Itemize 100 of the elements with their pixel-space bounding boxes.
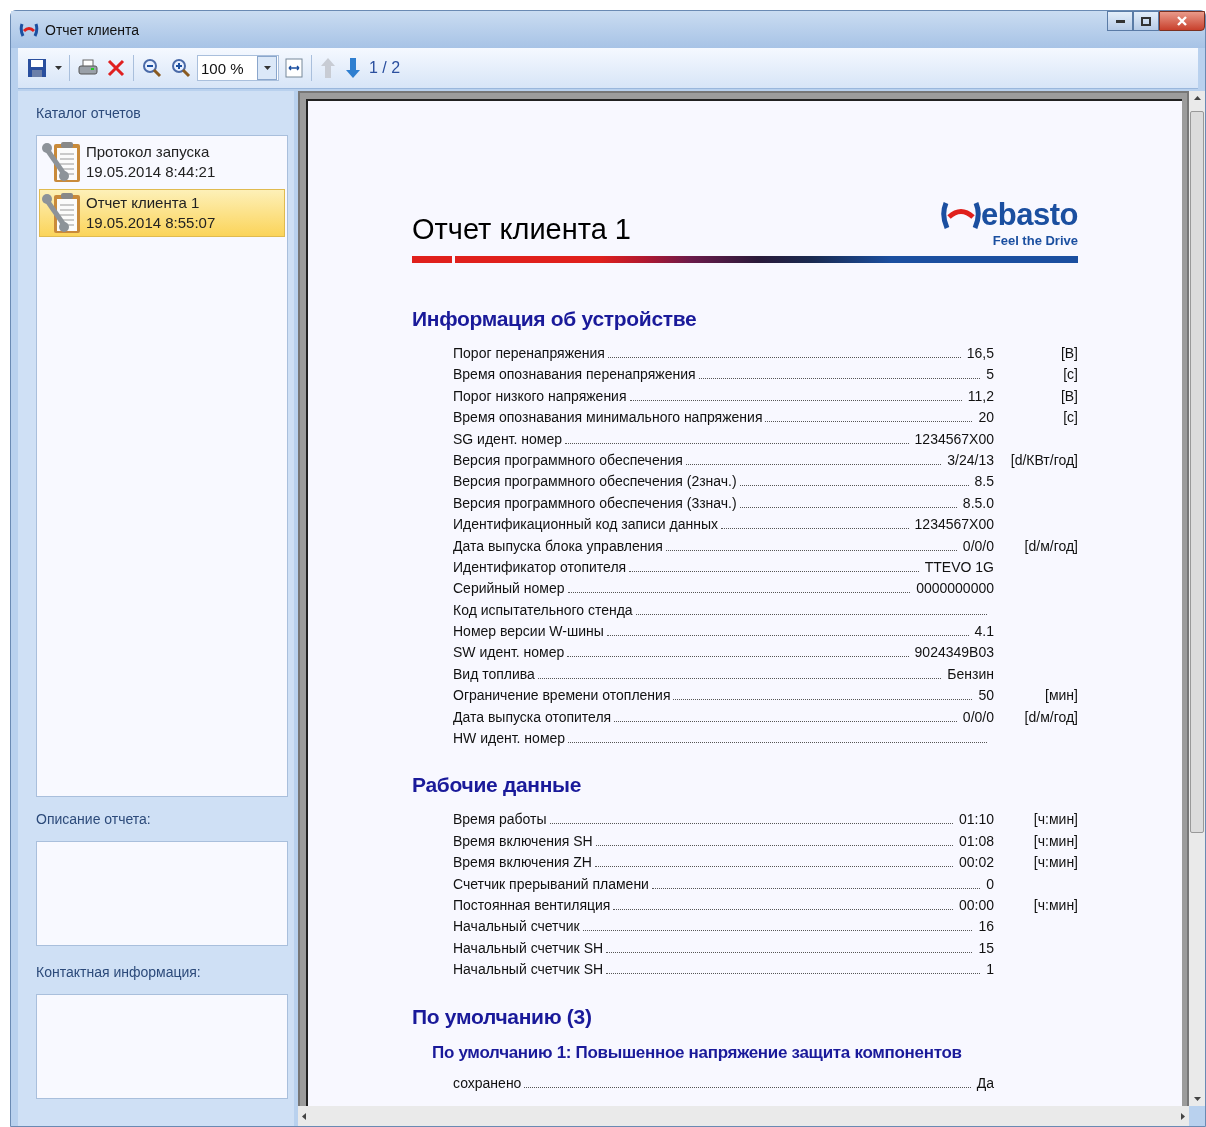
field-label: Дата выпуска отопителя: [453, 708, 612, 725]
field-label: Постоянная вентиляция: [453, 897, 611, 913]
field-label: Счетчик прерываний пламени: [453, 875, 649, 892]
field-label: Версия программного обеспечения (3знач.): [453, 494, 737, 511]
horizontal-scrollbar[interactable]: [298, 1106, 1189, 1126]
scroll-right-icon[interactable]: [1181, 1112, 1185, 1120]
unit-label: [с]: [1062, 409, 1078, 426]
field-value: 1234567X00: [914, 516, 994, 533]
unit-label: [мин]: [1044, 687, 1078, 704]
up-arrow-icon: [320, 57, 336, 79]
logo-mark-icon: [941, 200, 982, 230]
field-value: 00:02: [958, 854, 994, 871]
unit-label: [d/м/год]: [1023, 537, 1078, 554]
field-value: TTEVO 1G: [924, 558, 994, 575]
field-value: 50: [978, 687, 994, 704]
field-value: 9024349B03: [914, 644, 994, 661]
unit-label: [ч:мин]: [1032, 811, 1078, 828]
field-label: Версия программного обеспечения (2знач.): [453, 473, 737, 490]
field-value: 01:08: [958, 832, 994, 849]
field-value: 5: [986, 366, 994, 383]
field-value: 15: [978, 939, 994, 956]
panel-heading: Каталог отчетов: [36, 104, 142, 123]
clipboard-wrench-icon: [42, 191, 82, 235]
field-value: 8.5.0: [962, 494, 994, 511]
field-label: Идентификатор отопителя: [453, 558, 627, 575]
field-value: 01:10: [958, 811, 994, 828]
minimize-icon: [1115, 19, 1125, 23]
field-label: Время включения SH: [453, 832, 593, 849]
report-name: Отчет клиента 1: [86, 193, 201, 213]
logo-tagline: Feel the Drive: [992, 233, 1078, 248]
maximize-button[interactable]: [1133, 11, 1159, 31]
scroll-up-icon[interactable]: [1193, 96, 1201, 100]
zoom-out-icon: [142, 58, 162, 78]
unit-label: [ч:мин]: [1032, 854, 1078, 871]
subsection-heading: По умолчанию 1: Повышенное напряжение защита компонентов: [432, 1042, 963, 1063]
logo-text: ebasto: [981, 197, 1078, 233]
close-icon: [107, 59, 125, 77]
field-value: 20: [978, 409, 994, 426]
field-label: Время работы: [453, 811, 547, 828]
field-value: 16: [978, 918, 994, 935]
scroll-down-icon[interactable]: [1193, 1097, 1201, 1101]
unit-label: [с]: [1062, 366, 1078, 383]
scroll-left-icon[interactable]: [302, 1112, 306, 1120]
field-value: 8.5: [974, 473, 994, 490]
field-label: Начальный счетчик SH: [453, 939, 604, 956]
field-label: Время опознавания минимального напряжения: [453, 409, 763, 426]
unit-label: [В]: [1059, 345, 1078, 361]
field-label: SW идент. номер: [453, 644, 565, 661]
field-label: Код испытательного стенда: [453, 601, 633, 618]
field-label: Номер версии W-шины: [453, 623, 604, 640]
page-width-icon: [285, 58, 303, 78]
section-heading: Информация об устройстве: [412, 307, 698, 331]
field-value: 0000000000: [916, 580, 994, 597]
minimize-button[interactable]: [1107, 11, 1133, 31]
unit-label: [d/м/год]: [1023, 708, 1078, 725]
page-counter: 1 / 2: [369, 59, 401, 77]
field-label: Ограничение времени отопления: [453, 687, 671, 704]
report-title: Отчет клиента 1: [412, 213, 631, 246]
field-label: Начальный счетчик: [453, 918, 580, 935]
vertical-scrollbar[interactable]: [1189, 91, 1205, 1106]
window-title: Отчет клиента: [45, 21, 140, 38]
field-value: 00:00: [958, 897, 994, 913]
field-value: 0/0/0: [962, 708, 994, 725]
field-label: SG идент. номер: [453, 430, 562, 447]
close-button[interactable]: [1159, 11, 1205, 31]
section-heading: По умолчанию (3): [412, 1004, 593, 1029]
field-label: Время включения ZH: [453, 854, 592, 871]
field-label: Время опознавания перенапряжения: [453, 366, 696, 383]
field-label: Дата выпуска блока управления: [453, 537, 663, 554]
unit-label: [В]: [1059, 387, 1078, 404]
report-list-item[interactable]: Отчет клиента 1 19.05.2014 8:55:07: [39, 189, 285, 237]
zoom-dropdown[interactable]: 100 %: [197, 55, 279, 81]
section-heading: Рабочие данные: [412, 773, 583, 798]
save-dropdown-button[interactable]: [53, 66, 64, 70]
field-label: HW идент. номер: [453, 730, 566, 747]
field-value: 4.1: [974, 623, 994, 640]
unit-label: [ч:мин]: [1032, 897, 1078, 913]
report-date: 19.05.2014 8:44:21: [86, 162, 216, 182]
app-logo-icon: [19, 21, 39, 38]
zoom-in-icon: [171, 58, 191, 78]
field-value: 0: [986, 875, 994, 892]
field-label: Серийный номер: [453, 580, 565, 597]
panel-heading: Контактная информация:: [36, 963, 202, 982]
unit-label: [d/КВт/год]: [1009, 451, 1078, 468]
field-value: 3/24/13: [947, 451, 994, 468]
field-value: 1: [986, 961, 994, 978]
field-label: Начальный счетчик SH: [453, 961, 604, 978]
field-value: Бензин: [947, 665, 994, 682]
field-value: 1234567X00: [914, 430, 994, 447]
report-list-item[interactable]: Протокол запуска 19.05.2014 8:44:21: [39, 138, 285, 186]
field-label: Вид топлива: [453, 665, 535, 682]
field-value: 11,2: [967, 387, 994, 404]
clipboard-wrench-icon: [42, 140, 82, 184]
field-value: 16,5: [966, 345, 994, 361]
caret-icon: [55, 66, 62, 70]
fit-page-button[interactable]: [282, 56, 306, 80]
close-icon: [1177, 16, 1187, 26]
field-label: Идентификационный код записи данных: [453, 516, 718, 533]
field-value: Да: [976, 1074, 994, 1091]
field-label: Порог перенапряжения: [453, 345, 605, 361]
